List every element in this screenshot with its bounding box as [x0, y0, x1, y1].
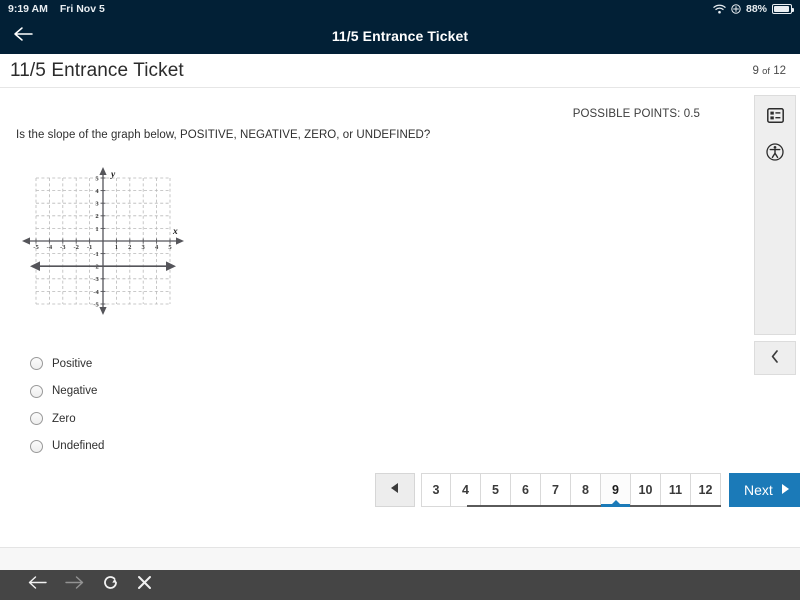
page-button-7[interactable]: 7: [541, 473, 571, 507]
choice-label: Negative: [52, 385, 98, 398]
location-services-icon: [731, 4, 741, 14]
coordinate-graph: -5 -4 -3 -2 -1 123 45 543 21 -1 -2 -3 -4 -5 y …: [18, 166, 188, 323]
choice-label: Zero: [52, 412, 76, 425]
accessibility-icon: [766, 142, 784, 166]
y-axis-label: y: [110, 170, 116, 180]
browser-nav-bar: [0, 570, 800, 600]
page-button-9[interactable]: 9: [601, 473, 631, 507]
back-button[interactable]: [0, 26, 46, 47]
quiz-screen: 9:19 AM Fri Nov 5 88% 11/5 Entrance Tick…: [0, 0, 800, 600]
page-header: 11/5 Entrance Ticket 9 of 12: [0, 54, 800, 88]
radio-button-icon[interactable]: [30, 384, 43, 398]
pagination: 3 4 5 6 7 8 9 10 11 12 Next: [375, 473, 800, 507]
svg-text:-5: -5: [93, 301, 99, 308]
svg-text:-2: -2: [93, 264, 99, 271]
page-counter-of: of: [762, 65, 770, 77]
choice-undefined[interactable]: Undefined: [30, 433, 104, 461]
browser-reload-icon: [102, 574, 119, 596]
svg-text:-1: -1: [93, 251, 99, 258]
wifi-icon: [713, 4, 726, 14]
chevron-left-icon: [771, 350, 779, 366]
browser-back-icon: [28, 575, 47, 595]
page-button-6[interactable]: 6: [511, 473, 541, 507]
page-button-9-label: 9: [612, 483, 619, 497]
radio-button-icon[interactable]: [30, 357, 43, 371]
radio-button-icon[interactable]: [30, 439, 43, 453]
status-date: Fri Nov 5: [59, 3, 105, 15]
collapse-rail-button[interactable]: [754, 341, 796, 375]
outline-tool-button[interactable]: [764, 107, 786, 129]
browser-close-icon: [137, 575, 152, 595]
page-button-11[interactable]: 11: [661, 473, 691, 507]
svg-text:5: 5: [95, 175, 99, 182]
question-text: Is the slope of the graph below, POSITIV…: [16, 129, 431, 141]
page-counter-current: 9: [752, 64, 759, 77]
svg-text:2: 2: [95, 213, 99, 220]
status-bar: 9:19 AM Fri Nov 5 88%: [0, 0, 800, 18]
browser-back-button[interactable]: [28, 575, 47, 595]
question-content: POSSIBLE POINTS: 0.5 Is the slope of the…: [0, 88, 748, 525]
svg-text:1: 1: [115, 244, 118, 251]
pagination-pages: 3 4 5 6 7 8 9 10 11 12: [421, 473, 721, 507]
page-counter: 9 of 12: [752, 65, 800, 77]
choice-label: Undefined: [52, 440, 105, 453]
svg-text:-4: -4: [93, 289, 99, 296]
svg-text:-5: -5: [33, 244, 39, 251]
battery-percent: 88%: [745, 3, 767, 15]
x-axis-label: x: [172, 227, 178, 237]
accessibility-tool-button[interactable]: [764, 142, 786, 166]
next-button[interactable]: Next: [729, 473, 800, 507]
status-bar-left: 9:19 AM Fri Nov 5: [8, 3, 105, 15]
choice-negative[interactable]: Negative: [30, 378, 104, 406]
app-bar: 11/5 Entrance Ticket: [0, 18, 800, 54]
page-button-4[interactable]: 4: [451, 473, 481, 507]
svg-text:-3: -3: [93, 276, 99, 283]
page-title: 11/5 Entrance Ticket: [10, 59, 184, 81]
app-title: 11/5 Entrance Ticket: [331, 28, 469, 44]
back-arrow-icon: [13, 26, 33, 47]
graph-svg: -5 -4 -3 -2 -1 123 45 543 21 -1-2-3 -4-5 y …: [22, 167, 184, 315]
svg-text:3: 3: [142, 244, 146, 251]
svg-text:-4: -4: [47, 244, 53, 251]
svg-text:-1: -1: [87, 244, 93, 251]
svg-text:-2: -2: [73, 244, 79, 251]
page-button-5[interactable]: 5: [481, 473, 511, 507]
prev-triangle-icon: [390, 481, 400, 499]
status-bar-right: 88%: [713, 3, 794, 15]
footer-strip: [0, 547, 800, 570]
svg-text:4: 4: [155, 244, 159, 251]
browser-reload-button[interactable]: [102, 574, 119, 596]
choice-zero[interactable]: Zero: [30, 405, 104, 433]
browser-close-button[interactable]: [137, 575, 152, 595]
radio-button-icon[interactable]: [30, 412, 43, 426]
page-button-3[interactable]: 3: [421, 473, 451, 507]
status-time: 9:19 AM: [8, 3, 48, 15]
browser-forward-icon: [65, 575, 84, 595]
active-page-indicator: [601, 500, 630, 507]
tool-rail: [754, 95, 796, 335]
choice-positive[interactable]: Positive: [30, 350, 104, 378]
page-counter-total: 12: [773, 64, 786, 77]
answer-choices: Positive Negative Zero Undefined: [30, 350, 104, 460]
page-button-8[interactable]: 8: [571, 473, 601, 507]
browser-forward-button[interactable]: [65, 575, 84, 595]
list-outline-icon: [766, 108, 784, 128]
choice-label: Positive: [52, 357, 93, 370]
page-button-10[interactable]: 10: [631, 473, 661, 507]
svg-text:4: 4: [95, 188, 99, 195]
possible-points-label: POSSIBLE POINTS: 0.5: [572, 108, 700, 120]
next-triangle-icon: [780, 482, 790, 498]
svg-text:5: 5: [168, 244, 172, 251]
svg-text:1: 1: [95, 226, 98, 233]
svg-text:3: 3: [95, 201, 99, 208]
svg-text:-3: -3: [60, 244, 66, 251]
battery-icon: [772, 4, 794, 14]
pagination-prev-button[interactable]: [375, 473, 415, 507]
svg-text:2: 2: [128, 244, 132, 251]
page-button-12[interactable]: 12: [691, 473, 721, 507]
next-button-label: Next: [744, 482, 773, 498]
